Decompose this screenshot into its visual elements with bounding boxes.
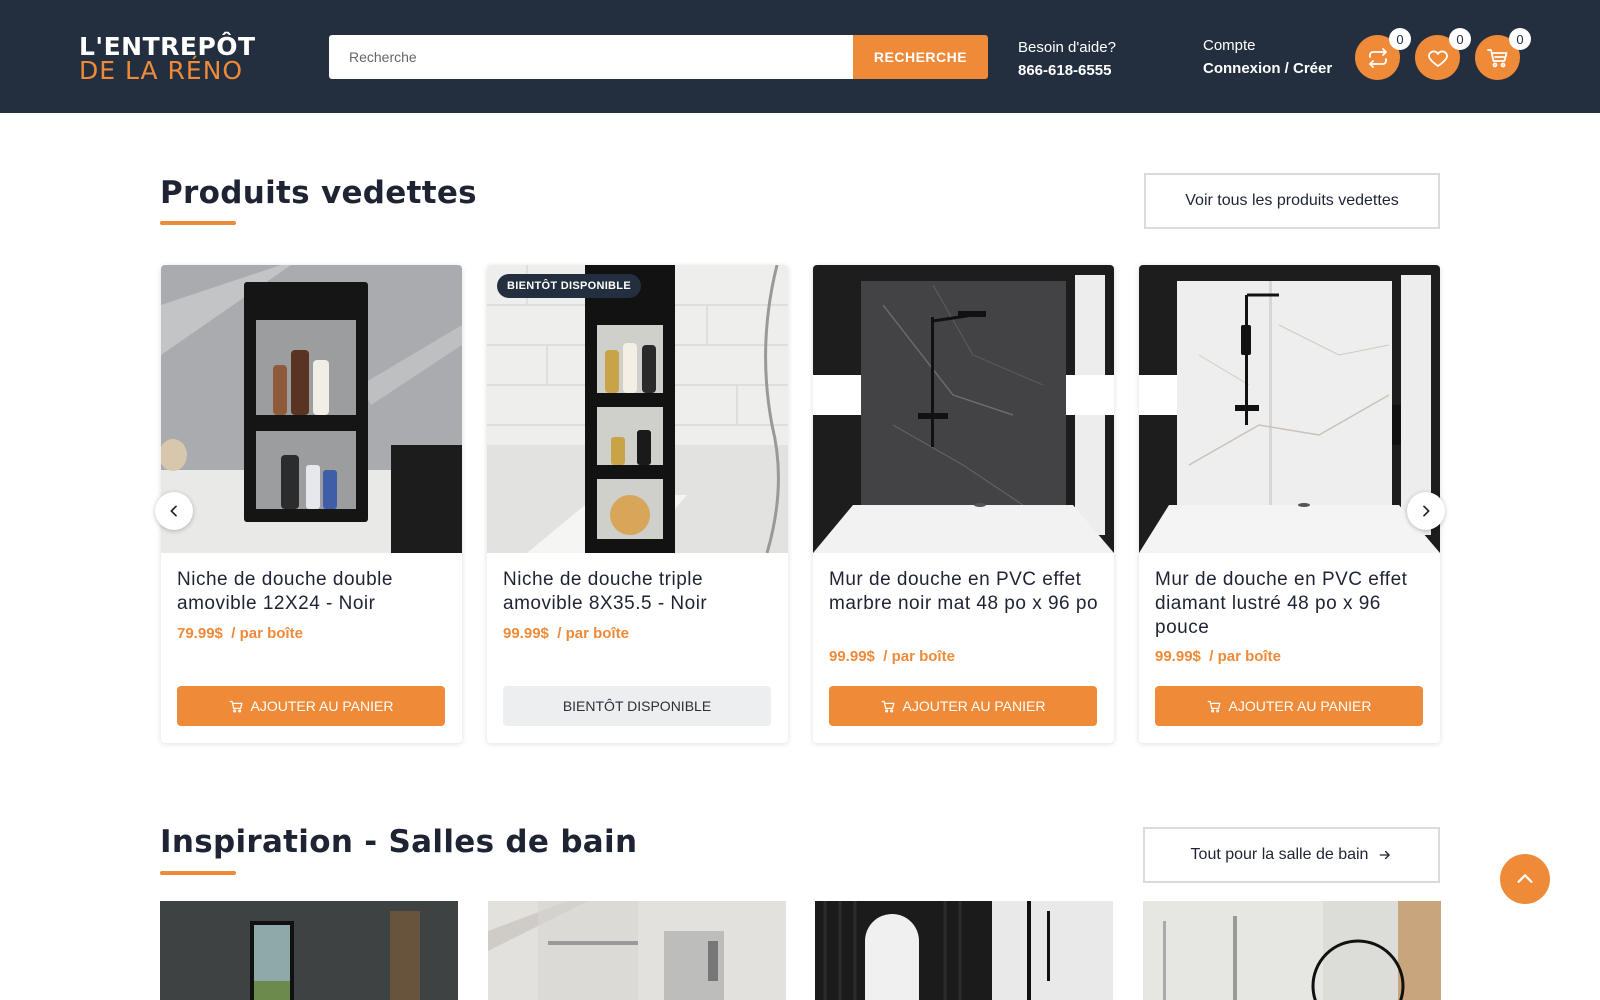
- product-price-value: 99.99$: [503, 625, 549, 642]
- product-photo-shower-wall-black: [813, 265, 1114, 553]
- product-photo-shelf-triple: [487, 265, 788, 553]
- view-all-featured-button[interactable]: Voir tous les produits vedettes: [1144, 173, 1440, 229]
- search-button[interactable]: RECHERCHE: [853, 35, 988, 79]
- product-price-unit: / par boîte: [231, 625, 303, 642]
- chevron-right-icon: [1423, 505, 1430, 517]
- inspiration-photo-1: [160, 901, 458, 1000]
- product-card[interactable]: BIENTÔT DISPONIBLE Niche de douche tripl…: [487, 265, 788, 743]
- cart-icon: [1207, 700, 1220, 712]
- product-photo-shelf-double: [161, 265, 462, 553]
- add-to-cart-label: AJOUTER AU PANIER: [902, 698, 1046, 714]
- add-to-cart-button[interactable]: AJOUTER AU PANIER: [829, 686, 1097, 726]
- bathroom-link-button[interactable]: Tout pour la salle de bain: [1143, 827, 1440, 883]
- help-phone-link[interactable]: 866-618-6555: [1018, 59, 1116, 82]
- coming-soon-badge: BIENTÔT DISPONIBLE: [497, 274, 641, 298]
- inspiration-photo-3: [815, 901, 1113, 1000]
- product-price-value: 99.99$: [829, 648, 875, 665]
- inspiration-image[interactable]: [160, 901, 458, 1000]
- arrow-right-icon: [1380, 850, 1391, 860]
- product-title[interactable]: Mur de douche en PVC effet marbre noir m…: [829, 568, 1101, 616]
- product-image[interactable]: [161, 265, 462, 553]
- compare-button[interactable]: 0: [1355, 28, 1411, 80]
- site-header: L'ENTREPÔT DE LA RÉNO RECHERCHE Besoin d…: [0, 0, 1600, 113]
- add-to-cart-label: AJOUTER AU PANIER: [250, 698, 394, 714]
- product-card[interactable]: Mur de douche en PVC effet marbre noir m…: [813, 265, 1114, 743]
- chevron-left-icon: [170, 505, 177, 517]
- search-input[interactable]: [329, 35, 853, 79]
- inspiration-photo-4: [1143, 901, 1441, 1000]
- product-price-unit: / par boîte: [1209, 648, 1281, 665]
- product-price-value: 99.99$: [1155, 648, 1201, 665]
- wishlist-count-badge: 0: [1449, 28, 1471, 50]
- search-bar: RECHERCHE: [329, 35, 988, 79]
- scroll-to-top-button[interactable]: [1500, 854, 1550, 904]
- product-image[interactable]: [813, 265, 1114, 553]
- cart-icon: [881, 700, 894, 712]
- product-price: 79.99$ / par boîte: [177, 625, 303, 642]
- cart-icon: [1486, 48, 1507, 67]
- cart-button[interactable]: 0: [1475, 28, 1531, 80]
- site-logo[interactable]: L'ENTREPÔT DE LA RÉNO: [79, 34, 284, 83]
- product-photo-shower-wall-white: [1139, 265, 1440, 553]
- add-to-cart-button[interactable]: AJOUTER AU PANIER: [1155, 686, 1423, 726]
- product-image[interactable]: [1139, 265, 1440, 553]
- account-label: Compte: [1203, 37, 1256, 54]
- account-block: Compte Connexion / Créer: [1203, 34, 1332, 80]
- inspiration-image[interactable]: [815, 901, 1113, 1000]
- coming-soon-button: BIENTÔT DISPONIBLE: [503, 686, 771, 726]
- inspiration-image[interactable]: [488, 901, 786, 1000]
- product-price-value: 79.99$: [177, 625, 223, 642]
- bathroom-link-label: Tout pour la salle de bain: [1190, 846, 1369, 863]
- cart-count-badge: 0: [1509, 28, 1531, 50]
- inspiration-image[interactable]: [1143, 901, 1441, 1000]
- compare-count-badge: 0: [1389, 28, 1411, 50]
- product-price: 99.99$ / par boîte: [1155, 648, 1281, 665]
- featured-title-underline: [160, 221, 236, 225]
- carousel-prev-button[interactable]: [155, 492, 193, 530]
- cart-icon: [229, 700, 242, 712]
- product-card[interactable]: Mur de douche en PVC effet diamant lustr…: [1139, 265, 1440, 743]
- product-title[interactable]: Niche de douche triple amovible 8X35.5 -…: [503, 568, 775, 616]
- inspiration-title-underline: [160, 871, 236, 875]
- coming-soon-label: BIENTÔT DISPONIBLE: [562, 698, 712, 714]
- inspiration-section-title: Inspiration - Salles de bain: [160, 824, 638, 860]
- chevron-up-icon: [1517, 874, 1533, 883]
- inspiration-photo-2: [488, 901, 786, 1000]
- logo-line-2: DE LA RÉNO: [79, 56, 244, 85]
- carousel-next-button[interactable]: [1407, 492, 1445, 530]
- featured-section-title: Produits vedettes: [160, 175, 477, 211]
- account-login-link[interactable]: Connexion / Créer: [1203, 57, 1332, 80]
- product-price: 99.99$ / par boîte: [829, 648, 955, 665]
- product-title[interactable]: Niche de douche double amovible 12X24 - …: [177, 568, 449, 616]
- product-price-unit: / par boîte: [557, 625, 629, 642]
- product-price: 99.99$ / par boîte: [503, 625, 629, 642]
- heart-icon: [1427, 50, 1448, 67]
- help-label: Besoin d'aide?: [1018, 39, 1116, 56]
- product-price-unit: / par boîte: [883, 648, 955, 665]
- add-to-cart-button[interactable]: AJOUTER AU PANIER: [177, 686, 445, 726]
- product-image[interactable]: BIENTÔT DISPONIBLE: [487, 265, 788, 553]
- wishlist-button[interactable]: 0: [1415, 28, 1471, 80]
- product-title[interactable]: Mur de douche en PVC effet diamant lustr…: [1155, 568, 1427, 640]
- compare-arrows-icon: [1368, 47, 1387, 68]
- product-card[interactable]: Niche de douche double amovible 12X24 - …: [161, 265, 462, 743]
- help-block: Besoin d'aide? 866-618-6555: [1018, 36, 1116, 82]
- add-to-cart-label: AJOUTER AU PANIER: [1228, 698, 1372, 714]
